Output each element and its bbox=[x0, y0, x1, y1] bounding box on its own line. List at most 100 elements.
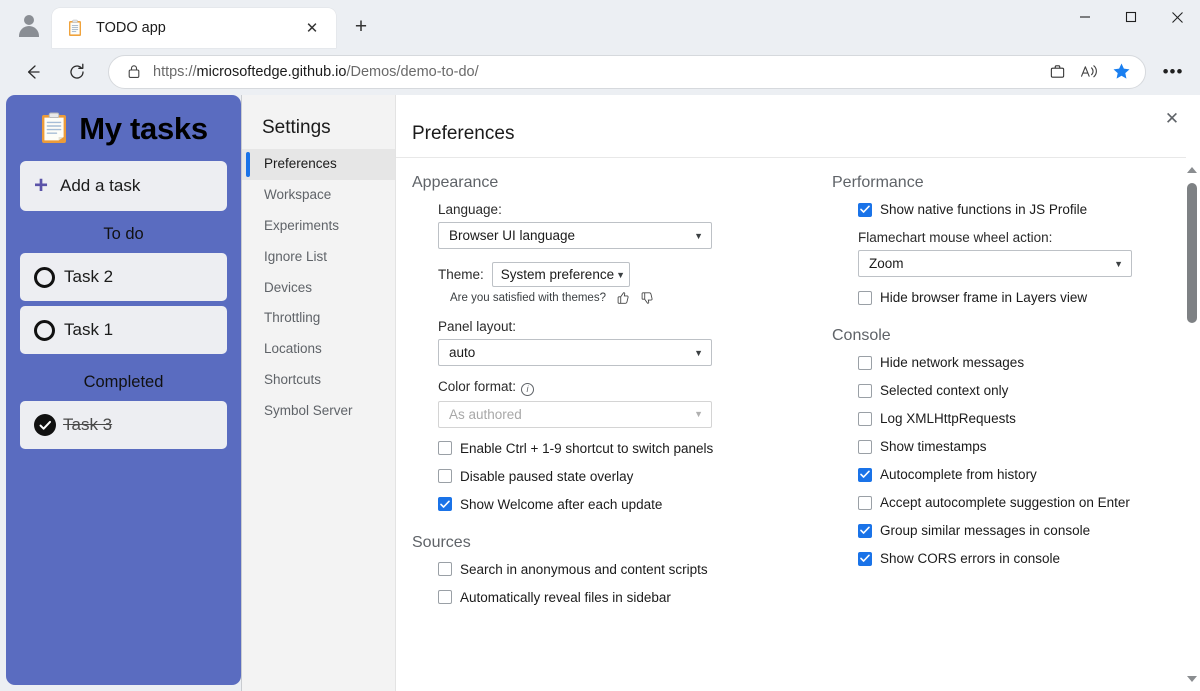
thumbs-up-icon[interactable] bbox=[616, 291, 630, 305]
star-filled-icon[interactable] bbox=[1105, 57, 1137, 87]
list-item[interactable]: Task 1 bbox=[20, 306, 227, 354]
checkbox-label: Search in anonymous and content scripts bbox=[460, 562, 708, 577]
checkbox-show-cors-errors[interactable]: Show CORS errors in console bbox=[832, 551, 1200, 566]
checkbox-hide-browser-frame[interactable]: Hide browser frame in Layers view bbox=[832, 290, 1200, 305]
task-checkbox-circle-icon[interactable] bbox=[34, 267, 55, 288]
checkbox-icon[interactable] bbox=[858, 384, 872, 398]
checkbox-icon[interactable] bbox=[438, 590, 452, 604]
sidebar-item-devices[interactable]: Devices bbox=[242, 273, 395, 304]
list-item[interactable]: Task 2 bbox=[20, 253, 227, 301]
settings-scrollbar[interactable] bbox=[1184, 161, 1200, 691]
sidebar-item-throttling[interactable]: Throttling bbox=[242, 303, 395, 334]
url-path: /Demos/demo-to-do/ bbox=[346, 64, 478, 80]
list-item[interactable]: Task 3 bbox=[20, 401, 227, 449]
checkbox-disable-paused-overlay[interactable]: Disable paused state overlay bbox=[412, 469, 792, 484]
settings-nav: Settings Preferences Workspace Experimen… bbox=[242, 95, 396, 691]
browser-more-menu-icon[interactable]: ••• bbox=[1156, 55, 1190, 89]
checkbox-search-anonymous-scripts[interactable]: Search in anonymous and content scripts bbox=[412, 562, 792, 577]
info-icon[interactable]: i bbox=[521, 383, 534, 396]
checkbox-show-native-functions[interactable]: Show native functions in JS Profile bbox=[832, 202, 1200, 217]
checkbox-label: Autocomplete from history bbox=[880, 467, 1037, 482]
language-select[interactable]: Browser UI language ▼ bbox=[438, 222, 712, 249]
checkbox-checked-icon[interactable] bbox=[858, 524, 872, 538]
checkbox-checked-icon[interactable] bbox=[858, 552, 872, 566]
color-format-label: Color format:i bbox=[438, 379, 792, 396]
todo-section-heading: To do bbox=[20, 225, 227, 244]
sidebar-item-workspace[interactable]: Workspace bbox=[242, 180, 395, 211]
checkbox-hide-network-messages[interactable]: Hide network messages bbox=[832, 355, 1200, 370]
window-controls bbox=[1062, 0, 1200, 48]
theme-select-value: System preference bbox=[501, 267, 614, 282]
checkbox-checked-icon[interactable] bbox=[858, 203, 872, 217]
maximize-icon[interactable] bbox=[1108, 0, 1154, 34]
split-screen-icon[interactable] bbox=[1041, 57, 1073, 87]
chevron-down-icon: ▼ bbox=[616, 270, 625, 280]
tab-title: TODO app bbox=[96, 20, 300, 36]
checkbox-enable-ctrl-shortcut[interactable]: Enable Ctrl + 1-9 shortcut to switch pan… bbox=[412, 441, 792, 456]
thumbs-down-icon[interactable] bbox=[640, 291, 654, 305]
color-format-select: As authored ▼ bbox=[438, 401, 712, 428]
reload-icon[interactable] bbox=[60, 55, 94, 89]
checkbox-label: Enable Ctrl + 1-9 shortcut to switch pan… bbox=[460, 441, 713, 456]
scrollbar-thumb[interactable] bbox=[1187, 183, 1197, 323]
devtools-panel: Settings Preferences Workspace Experimen… bbox=[241, 95, 1200, 691]
checkbox-icon[interactable] bbox=[438, 441, 452, 455]
read-aloud-icon[interactable] bbox=[1073, 57, 1105, 87]
browser-tab[interactable]: TODO app ✕ bbox=[52, 8, 336, 48]
sidebar-item-ignore-list[interactable]: Ignore List bbox=[242, 242, 395, 273]
checkbox-autocomplete-from-history[interactable]: Autocomplete from history bbox=[832, 467, 1200, 482]
checkbox-show-welcome[interactable]: Show Welcome after each update bbox=[412, 497, 792, 512]
task-label: Task 1 bbox=[64, 320, 113, 340]
sidebar-item-preferences[interactable]: Preferences bbox=[242, 149, 395, 180]
checkbox-icon[interactable] bbox=[858, 291, 872, 305]
checkbox-log-xmlhttprequests[interactable]: Log XMLHttpRequests bbox=[832, 411, 1200, 426]
checkbox-selected-context-only[interactable]: Selected context only bbox=[832, 383, 1200, 398]
address-bar[interactable]: https://microsoftedge.github.io/Demos/de… bbox=[108, 55, 1146, 89]
clipboard-icon bbox=[39, 112, 69, 146]
checkbox-icon[interactable] bbox=[858, 440, 872, 454]
checkbox-auto-reveal-files[interactable]: Automatically reveal files in sidebar bbox=[412, 590, 792, 605]
checkbox-group-similar-messages[interactable]: Group similar messages in console bbox=[832, 523, 1200, 538]
scroll-up-arrow[interactable] bbox=[1184, 161, 1200, 178]
checkbox-icon[interactable] bbox=[438, 469, 452, 483]
scroll-down-arrow[interactable] bbox=[1184, 670, 1200, 687]
checkbox-checked-icon[interactable] bbox=[858, 468, 872, 482]
close-icon[interactable]: ✕ bbox=[300, 16, 324, 40]
checkbox-accept-autocomplete-on-enter[interactable]: Accept autocomplete suggestion on Enter bbox=[832, 495, 1200, 510]
checkbox-label: Show Welcome after each update bbox=[460, 497, 662, 512]
panel-layout-select[interactable]: auto ▼ bbox=[438, 339, 712, 366]
checkbox-label: Automatically reveal files in sidebar bbox=[460, 590, 671, 605]
checkbox-label: Hide network messages bbox=[880, 355, 1024, 370]
checkbox-icon[interactable] bbox=[858, 496, 872, 510]
plus-icon: + bbox=[34, 174, 48, 198]
browser-window: TODO app ✕ + http bbox=[0, 0, 1200, 691]
back-arrow-icon[interactable] bbox=[16, 55, 50, 89]
task-checked-icon[interactable] bbox=[34, 414, 56, 436]
omnibox-actions bbox=[1041, 57, 1141, 87]
sidebar-item-symbol-server[interactable]: Symbol Server bbox=[242, 396, 395, 427]
add-task-row[interactable]: + bbox=[20, 161, 227, 211]
checkbox-show-timestamps[interactable]: Show timestamps bbox=[832, 439, 1200, 454]
settings-right-column: Performance Show native functions in JS … bbox=[832, 174, 1200, 618]
minimize-icon[interactable] bbox=[1062, 0, 1108, 34]
sidebar-item-experiments[interactable]: Experiments bbox=[242, 211, 395, 242]
checkbox-label: Disable paused state overlay bbox=[460, 469, 633, 484]
checkbox-checked-icon[interactable] bbox=[438, 497, 452, 511]
profile-button[interactable] bbox=[12, 8, 46, 42]
section-title-performance: Performance bbox=[832, 174, 1200, 192]
checkbox-icon[interactable] bbox=[858, 356, 872, 370]
checkbox-icon[interactable] bbox=[858, 412, 872, 426]
task-checkbox-circle-icon[interactable] bbox=[34, 320, 55, 341]
url-host: microsoftedge.github.io bbox=[197, 64, 347, 80]
flamechart-select[interactable]: Zoom ▼ bbox=[858, 250, 1132, 277]
theme-select[interactable]: System preference ▼ bbox=[492, 262, 630, 287]
panel-layout-select-value: auto bbox=[449, 345, 475, 360]
close-icon[interactable]: ✕ bbox=[1158, 105, 1186, 133]
settings-header: Preferences bbox=[396, 95, 1186, 158]
sidebar-item-shortcuts[interactable]: Shortcuts bbox=[242, 365, 395, 396]
new-tab-button[interactable]: + bbox=[344, 10, 378, 44]
sidebar-item-locations[interactable]: Locations bbox=[242, 334, 395, 365]
checkbox-icon[interactable] bbox=[438, 562, 452, 576]
window-close-icon[interactable] bbox=[1154, 0, 1200, 34]
theme-label: Theme: bbox=[438, 267, 484, 282]
